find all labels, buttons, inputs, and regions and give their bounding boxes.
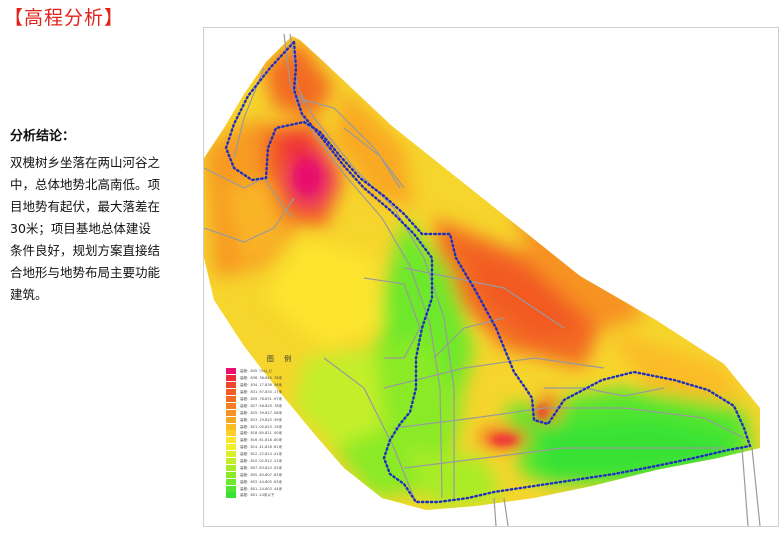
legend-item: 高程：823 .19-825 .39米 <box>226 416 336 423</box>
legend-item: 高程：803 .44-805 .63米 <box>226 478 336 485</box>
legend-swatch <box>226 402 236 409</box>
legend-item: 高程：827 .58-829 .78米 <box>226 402 336 409</box>
legend-list: 高程：845（%以上） 高程：836 .36-845 .78米 高程：834 .17… <box>226 368 336 499</box>
legend-label: 高程：807 .83-810 .02米 <box>240 465 282 470</box>
legend-swatch <box>226 444 236 451</box>
legend-item: 高程：812 .22-814 .41米 <box>226 451 336 458</box>
legend-title: 图 例 <box>266 355 296 363</box>
legend-swatch <box>226 375 236 382</box>
legend-swatch <box>226 430 236 437</box>
legend-label: 高程：829 .78-831 .97米 <box>240 397 282 401</box>
legend-item: 高程：807 .83-810 .02米 <box>226 464 336 471</box>
legend-item: 高程：825 .39-827 .58米 <box>226 409 336 416</box>
legend-item: 高程：821 .00-823 .19米 <box>226 423 336 430</box>
legend-swatch <box>226 485 236 492</box>
legend-label: 高程：836 .36-845 .78米 <box>240 376 282 381</box>
analysis-text: 双槐树乡坐落在两山河谷之中，总体地势北高南低。项目地势有起伏，最大落差在30米；… <box>10 155 161 302</box>
legend-label: 高程：803 .44-805 .63米 <box>240 479 282 484</box>
legend-swatch <box>226 458 236 465</box>
legend-label: 高程：801 .24-803 .44米 <box>240 486 282 491</box>
legend-label: 高程：805 .63-807 .83米 <box>240 472 282 477</box>
legend-item: 高程：810 .02-812 .22米 <box>226 458 336 465</box>
legend-item: 高程：805 .63-807 .83米 <box>226 471 336 478</box>
legend-item: 高程：816 .61-818 .80米 <box>226 437 336 444</box>
legend-item: 高程：831 .97-834 .17米 <box>226 389 336 396</box>
elevation-map: 图 例 高程：845（%以上） 高程：836 .36-845 .78米 高程：834… <box>203 27 779 527</box>
legend-swatch <box>226 423 236 430</box>
legend-swatch <box>226 396 236 402</box>
legend-label: 高程：814 .41-816 .61米 <box>240 445 282 450</box>
legend: 图 例 高程：845（%以上） 高程：836 .36-845 .78米 高程：834… <box>226 354 336 499</box>
legend-label: 高程：834 .17-836 .36米 <box>240 383 282 388</box>
legend-label: 高程：825 .39-827 .58米 <box>240 410 282 415</box>
legend-swatch <box>226 451 236 458</box>
legend-label: 高程：818 .80-821 .00米 <box>240 431 282 436</box>
legend-swatch <box>226 368 236 375</box>
legend-label: 高程：823 .19-825 .39米 <box>240 417 282 422</box>
legend-swatch <box>226 478 236 485</box>
legend-swatch <box>226 492 236 499</box>
analysis-heading: 分析结论： <box>10 129 76 144</box>
analysis-panel: 分析结论： 双槐树乡坐落在两山河谷之中，总体地势北高南低。项目地势有起伏，最大落… <box>10 125 162 306</box>
legend-label: 高程：810 .02-812 .22米 <box>240 459 282 464</box>
legend-item: 高程：829 .78-831 .97米 <box>226 396 336 403</box>
legend-label: 高程：801 .24米以下 <box>240 493 275 498</box>
legend-label: 高程：821 .00-823 .19米 <box>240 424 282 429</box>
legend-item: 高程：818 .80-821 .00米 <box>226 430 336 437</box>
legend-item: 高程：814 .41-816 .61米 <box>226 444 336 451</box>
legend-swatch <box>226 409 236 416</box>
legend-item: 高程：801 .24米以下 <box>226 492 336 499</box>
legend-item: 高程：834 .17-836 .36米 <box>226 382 336 389</box>
legend-label: 高程：816 .61-818 .80米 <box>240 438 282 443</box>
legend-swatch <box>226 389 236 396</box>
legend-swatch <box>226 382 236 389</box>
legend-item: 高程：845（%以上） <box>226 368 336 375</box>
legend-item: 高程：836 .36-845 .78米 <box>226 375 336 382</box>
legend-label: 高程：845（%以上） <box>240 369 275 374</box>
legend-swatch <box>226 437 236 444</box>
legend-label: 高程：812 .22-814 .41米 <box>240 452 282 457</box>
legend-swatch <box>226 464 236 471</box>
legend-label: 高程：827 .58-829 .78米 <box>240 403 282 408</box>
legend-swatch <box>226 471 236 478</box>
legend-label: 高程：831 .97-834 .17米 <box>240 390 282 395</box>
page-title: 【高程分析】 <box>4 7 125 29</box>
legend-item: 高程：801 .24-803 .44米 <box>226 485 336 492</box>
legend-swatch <box>226 416 236 423</box>
